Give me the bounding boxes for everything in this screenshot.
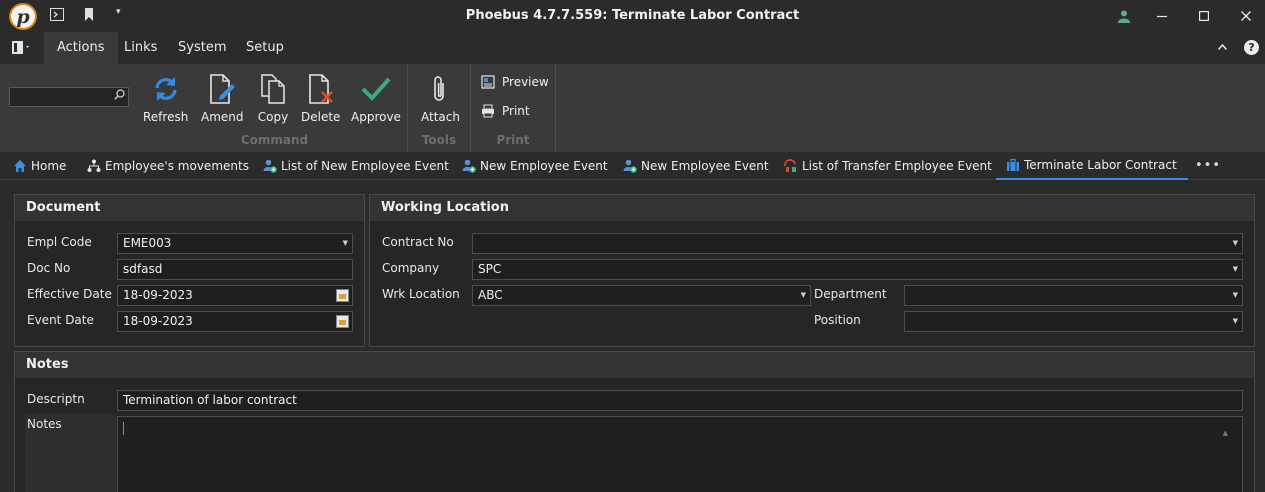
preview-icon [481, 75, 495, 89]
notes-label-cell: Notes [25, 414, 117, 492]
app-logo: p [9, 3, 37, 30]
chevron-down-icon: ▼ [1232, 291, 1238, 299]
ribbon-group-tools: Tools [421, 133, 457, 147]
doc-no-label: Doc No [27, 261, 71, 275]
copy-button[interactable]: Copy [257, 72, 289, 132]
tab-list-new-employee-event[interactable]: List of New Employee Event [263, 152, 449, 180]
attach-button[interactable]: Attach [421, 72, 460, 132]
minimize-button[interactable] [1148, 4, 1176, 28]
company-select[interactable]: SPC ▼ [472, 259, 1243, 280]
text-cursor [123, 422, 124, 435]
notes-panel-title: Notes [15, 352, 1254, 378]
quick-access-dropdown-icon[interactable]: ▾ [116, 7, 121, 17]
paperclip-icon [424, 72, 456, 106]
help-icon[interactable]: ? [1244, 40, 1259, 55]
refresh-icon [150, 72, 182, 106]
org-chart-icon [87, 159, 101, 173]
approve-button[interactable]: Approve [351, 72, 401, 132]
preview-button[interactable]: Preview [481, 75, 549, 89]
window-title: Phoebus 4.7.7.559: Terminate Labor Contr… [465, 8, 800, 23]
wrk-location-label: Wrk Location [382, 287, 460, 301]
add-user-icon [623, 159, 637, 173]
ribbon-search-input[interactable] [9, 87, 129, 107]
title-bar: p ▾ Phoebus 4.7.7.559: Terminate Labor C… [0, 0, 1265, 32]
descriptn-label: Descriptn [27, 392, 85, 406]
delete-button[interactable]: Delete [301, 72, 340, 132]
ribbon: Refresh Amend Copy Delete Approve Comman… [0, 64, 1265, 152]
ribbon-separator [555, 64, 556, 152]
search-icon [114, 89, 125, 103]
company-label: Company [382, 261, 440, 275]
chevron-down-icon: ▼ [800, 291, 806, 299]
chevron-down-icon: ▼ [1232, 317, 1238, 325]
notes-label: Notes [27, 417, 62, 431]
amend-icon [206, 72, 238, 106]
event-date-label: Event Date [27, 313, 94, 327]
empl-code-select[interactable]: EME003 ▼ [117, 233, 353, 254]
print-button[interactable]: Print [481, 104, 530, 118]
chevron-down-icon: ▼ [1232, 265, 1238, 273]
delete-icon [305, 72, 337, 106]
position-label: Position [814, 313, 861, 327]
maximize-button[interactable] [1190, 4, 1218, 28]
department-label: Department [814, 287, 887, 301]
contract-no-select[interactable]: ▼ [472, 233, 1243, 254]
terminal-icon[interactable] [50, 8, 64, 24]
copy-icon [257, 72, 289, 106]
empl-code-label: Empl Code [27, 235, 92, 249]
bookmark-icon[interactable] [84, 8, 94, 24]
effective-date-label: Effective Date [27, 287, 112, 301]
tab-new-employee-event-1[interactable]: New Employee Event [462, 152, 608, 180]
menu-bar: Actions Links System Setup ? [0, 32, 1265, 64]
tab-home[interactable]: Home [13, 152, 66, 180]
close-button[interactable] [1232, 4, 1260, 28]
add-user-icon [462, 159, 476, 173]
tab-system[interactable]: System [165, 32, 239, 64]
tab-setup[interactable]: Setup [233, 32, 297, 64]
document-panel: Document Empl Code EME003 ▼ Doc No sdfas… [14, 194, 365, 347]
printer-icon [481, 104, 495, 118]
effective-date-input[interactable]: 18-09-2023 [117, 285, 353, 306]
collapse-ribbon-icon[interactable] [1217, 40, 1228, 53]
tab-new-employee-event-2[interactable]: New Employee Event [623, 152, 769, 180]
working-location-panel: Working Location Contract No ▼ Company S… [369, 194, 1255, 347]
contract-no-label: Contract No [382, 235, 454, 249]
app-menu-icon[interactable] [12, 41, 32, 57]
scroll-up-icon[interactable]: ▲ [1223, 429, 1228, 437]
position-select[interactable]: ▼ [904, 311, 1243, 332]
transfer-icon [784, 159, 798, 173]
calendar-icon[interactable] [336, 315, 349, 328]
calendar-icon[interactable] [336, 289, 349, 302]
refresh-button[interactable]: Refresh [143, 72, 188, 132]
add-user-icon [263, 159, 277, 173]
wrk-location-select[interactable]: ABC ▼ [472, 285, 811, 306]
chevron-down-icon: ▼ [342, 239, 348, 247]
briefcase-icon [1006, 158, 1020, 172]
department-select[interactable]: ▼ [904, 285, 1243, 306]
working-location-panel-title: Working Location [370, 195, 1254, 221]
tab-terminate-labor-contract[interactable]: Terminate Labor Contract [996, 152, 1188, 180]
notes-textarea[interactable]: ▲ [117, 416, 1243, 492]
event-date-input[interactable]: 18-09-2023 [117, 311, 353, 332]
descriptn-input[interactable]: Termination of labor contract [117, 390, 1243, 411]
doc-no-input[interactable]: sdfasd [117, 259, 353, 280]
ribbon-group-print: Print [496, 133, 530, 147]
document-panel-title: Document [15, 195, 364, 221]
tab-links[interactable]: Links [111, 32, 170, 64]
more-tabs-icon[interactable]: ••• [1195, 158, 1221, 173]
ribbon-group-command: Command [240, 133, 309, 147]
document-tab-strip: Home Employee's movements List of New Em… [0, 152, 1265, 180]
tab-actions[interactable]: Actions [44, 32, 118, 64]
home-icon [13, 159, 27, 173]
amend-button[interactable]: Amend [201, 72, 244, 132]
user-icon[interactable] [1110, 4, 1138, 28]
tab-list-transfer-employee-event[interactable]: List of Transfer Employee Event [784, 152, 992, 180]
chevron-down-icon: ▼ [1232, 239, 1238, 247]
checkmark-icon [360, 72, 392, 106]
tab-employee-movements[interactable]: Employee's movements [87, 152, 249, 180]
notes-panel: Notes Descriptn Termination of labor con… [14, 351, 1255, 492]
